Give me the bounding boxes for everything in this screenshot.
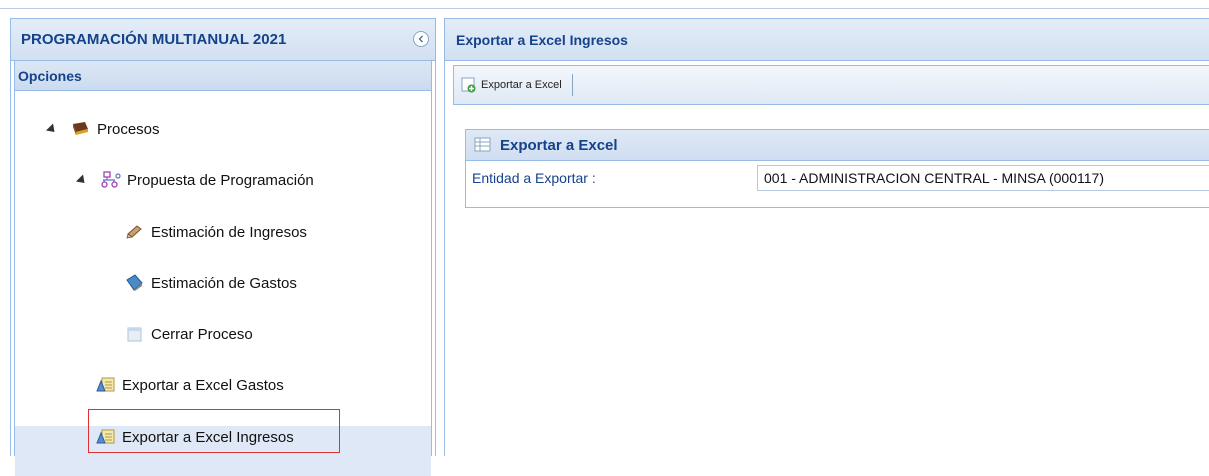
entidad-label: Entidad a Exportar : [472, 170, 596, 186]
hierarchy-icon [101, 171, 121, 189]
export-form: Exportar a Excel Entidad a Exportar : 00… [465, 129, 1209, 208]
form-header: Exportar a Excel [466, 130, 1209, 161]
blue-tag-icon [125, 274, 145, 292]
grid-icon [474, 137, 491, 152]
sidebar-header: PROGRAMACIÓN MULTIANUAL 2021 [11, 19, 435, 61]
tree-item-label: Propuesta de Programación [127, 171, 314, 189]
options-header: Opciones [14, 61, 432, 91]
toolbar-separator [571, 74, 573, 96]
tree-item-procesos[interactable]: Procesos [45, 116, 160, 142]
expanded-arrow-icon[interactable] [45, 122, 59, 136]
expanded-arrow-icon[interactable] [75, 173, 89, 187]
tree-item-estimacion-gastos[interactable]: Estimación de Gastos [125, 270, 297, 296]
export-excel-label: Exportar a Excel [481, 79, 562, 91]
form-row: Entidad a Exportar : 001 - ADMINISTRACIO… [466, 161, 1209, 195]
sidebar-panel: PROGRAMACIÓN MULTIANUAL 2021 Opciones Pr… [10, 18, 436, 476]
sidebar-title: PROGRAMACIÓN MULTIANUAL 2021 [21, 31, 287, 48]
main-panel: Exportar a Excel Ingresos Exportar a Exc… [444, 18, 1209, 456]
main-title: Exportar a Excel Ingresos [445, 19, 1209, 61]
tree-item-exportar-gastos[interactable]: Exportar a Excel Gastos [96, 372, 284, 398]
tree-item-label: Cerrar Proceso [151, 325, 253, 343]
toolbar: Exportar a Excel [453, 65, 1209, 105]
tree-item-label: Estimación de Ingresos [151, 223, 307, 241]
folder-book-icon [71, 120, 91, 138]
export-excel-button[interactable]: Exportar a Excel [460, 76, 562, 94]
tree-item-label: Estimación de Gastos [151, 274, 297, 292]
tree-item-propuesta[interactable]: Propuesta de Programación [75, 167, 314, 193]
collapse-icon[interactable] [413, 31, 429, 47]
excel-export-icon [96, 376, 116, 394]
tree-item-label: Exportar a Excel Gastos [122, 376, 284, 394]
options-tree: Procesos Propuesta de Programación Estim… [14, 91, 432, 476]
tree-item-estimacion-ingresos[interactable]: Estimación de Ingresos [125, 219, 307, 245]
tree-item-label: Procesos [97, 120, 160, 138]
document-icon [125, 325, 145, 343]
book-pencil-icon [125, 223, 145, 241]
tree-item-cerrar-proceso[interactable]: Cerrar Proceso [125, 321, 253, 347]
highlight-box [88, 409, 340, 453]
excel-add-icon [461, 77, 476, 93]
top-border [0, 8, 1209, 9]
entidad-field[interactable]: 001 - ADMINISTRACION CENTRAL - MINSA (00… [757, 165, 1209, 191]
form-title: Exportar a Excel [500, 136, 618, 154]
